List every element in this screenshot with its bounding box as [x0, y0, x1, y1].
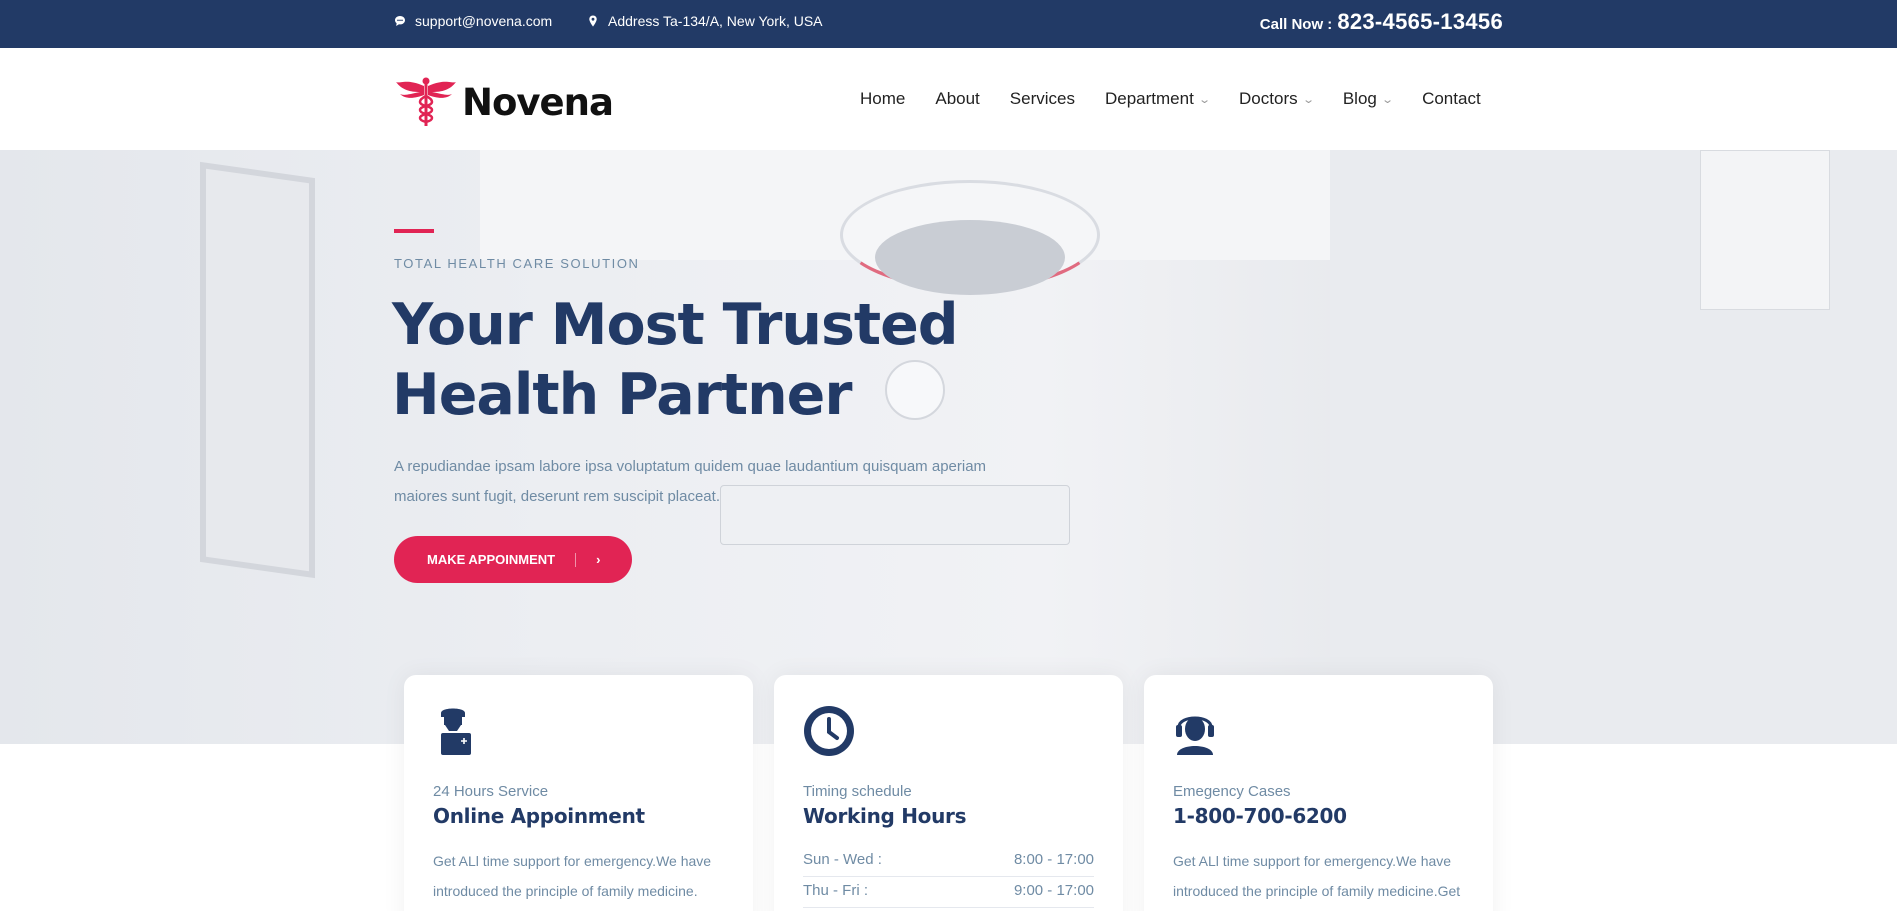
hours-row: Sun - Wed : 8:00 - 17:00	[803, 846, 1094, 877]
nav-item-label: Contact	[1422, 89, 1481, 108]
headset-icon	[1173, 705, 1464, 757]
hours-row: Thu - Fri : 9:00 - 17:00	[803, 877, 1094, 908]
hero-description: A repudiandae ipsam labore ipsa voluptat…	[394, 458, 987, 505]
nav-item-label: Department	[1104, 89, 1194, 108]
nav-item-doctors[interactable]: Doctors ⌄	[1239, 89, 1315, 109]
hero-background-cabinet	[1700, 150, 1830, 310]
card-text: Get ALl time support for emergency.We ha…	[433, 853, 712, 899]
nav-item-label: Blog	[1342, 89, 1377, 108]
nav-item-label: Services	[1009, 89, 1075, 108]
hours-day: Sun - Wed :	[803, 851, 882, 868]
cta-label: MAKE APPOINMENT	[427, 552, 556, 567]
make-appointment-button[interactable]: MAKE APPOINMENT ›	[394, 536, 632, 583]
site-logo[interactable]: Novena	[396, 76, 614, 128]
chevron-down-icon: ⌄	[1381, 93, 1394, 106]
nav-item-label: About	[935, 89, 980, 108]
card-text: Get ALl time support for emergency.We ha…	[1173, 853, 1461, 899]
card-title: Working Hours	[803, 804, 967, 828]
card-subtitle: Timing schedule	[803, 783, 912, 800]
hero-banner: Total Health Care Solution Your Most Tru…	[0, 150, 1897, 744]
hero-title: Your Most Trusted Health Partner	[392, 290, 1092, 430]
main-navbar: Novena Home About Services Department ⌄ D…	[0, 48, 1897, 150]
doctor-icon	[433, 705, 724, 757]
address-text: Address Ta-134/A, New York, USA	[608, 13, 823, 29]
nav-item-contact[interactable]: Contact	[1422, 89, 1481, 109]
nav-item-label: Home	[860, 89, 906, 108]
caduceus-icon	[396, 77, 456, 126]
call-number[interactable]: 823-4565-13456	[1337, 9, 1503, 35]
feature-card-working-hours: Timing schedule Working Hours Sun - Wed …	[774, 675, 1123, 911]
cta-divider	[575, 552, 577, 567]
brand-name: Novena	[462, 80, 614, 124]
nav-item-home[interactable]: Home	[860, 89, 905, 109]
address-contact: Address Ta-134/A, New York, USA	[587, 13, 823, 29]
hero-eyebrow: Total Health Care Solution	[394, 256, 640, 271]
hours-day: Thu - Fri :	[803, 882, 869, 899]
top-bar: support@novena.com Address Ta-134/A, New…	[0, 0, 1897, 48]
working-hours-list: Sun - Wed : 8:00 - 17:00 Thu - Fri : 9:0…	[803, 846, 1094, 908]
surgical-lamp-lens	[875, 220, 1065, 295]
hero-title-line2: Health Partner	[392, 362, 852, 428]
nav-item-department[interactable]: Department ⌄	[1104, 89, 1211, 109]
email-text: support@novena.com	[415, 13, 553, 29]
hours-time: 9:00 - 17:00	[1013, 882, 1094, 899]
location-pin-icon	[589, 15, 597, 27]
nav-menu: Home About Services Department ⌄ Doctors ⌄…	[860, 89, 1511, 109]
hours-time: 8:00 - 17:00	[1013, 851, 1094, 868]
nav-item-services[interactable]: Services	[1010, 89, 1075, 109]
clock-icon	[803, 705, 1094, 757]
hero-accent-line	[394, 229, 434, 233]
card-subtitle: 24 Hours Service	[433, 783, 549, 800]
nav-item-label: Doctors	[1239, 89, 1298, 108]
chevron-down-icon: ⌄	[1301, 93, 1315, 106]
chat-icon	[395, 16, 405, 26]
card-title: Online Appoinment	[433, 804, 645, 828]
email-contact[interactable]: support@novena.com	[394, 13, 552, 29]
feature-card-appointment: 24 Hours Service Online Appoinment Get A…	[404, 675, 753, 911]
feature-card-emergency: Emegency Cases 1-800-700-6200 Get ALl ti…	[1144, 675, 1493, 911]
nav-item-blog[interactable]: Blog ⌄	[1342, 89, 1394, 109]
chevron-down-icon: ⌄	[1197, 93, 1211, 106]
call-now[interactable]: Call Now : 823-4565-13456	[1260, 9, 1503, 35]
card-title: 1-800-700-6200	[1173, 804, 1347, 828]
hero-title-line1: Your Most Trusted	[392, 292, 959, 358]
call-label: Call Now :	[1259, 16, 1333, 33]
nav-item-about[interactable]: About	[935, 89, 979, 109]
chevron-right-icon: ›	[596, 552, 601, 567]
card-subtitle: Emegency Cases	[1173, 783, 1291, 800]
hero-background-window	[200, 161, 315, 579]
